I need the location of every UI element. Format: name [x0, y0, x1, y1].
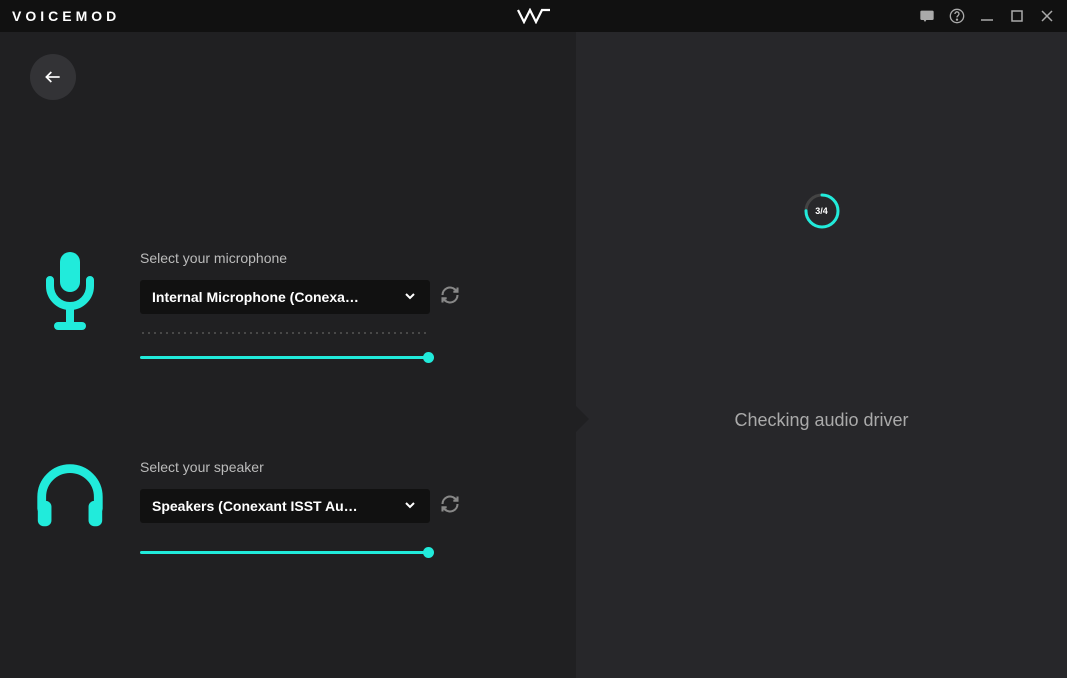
speaker-label: Select your speaker	[140, 459, 546, 475]
microphone-volume-slider[interactable]	[140, 356, 430, 359]
status-panel: 3/4 Checking audio driver	[576, 32, 1067, 678]
microphone-select-value: Internal Microphone (Conexa…	[152, 289, 359, 305]
panel-arrow	[575, 405, 589, 433]
chevron-down-icon	[402, 288, 418, 307]
microphone-select[interactable]: Internal Microphone (Conexa…	[140, 280, 430, 314]
back-button[interactable]	[30, 54, 76, 100]
microphone-label: Select your microphone	[140, 250, 546, 266]
brand-logo: VOICEMOD	[12, 8, 120, 24]
discord-icon[interactable]	[919, 8, 935, 24]
microphone-section: Select your microphone Internal Micropho…	[30, 250, 546, 359]
microphone-icon	[30, 250, 110, 332]
app-logo-icon	[517, 8, 551, 24]
close-icon[interactable]	[1039, 8, 1055, 24]
progress-text: 3/4	[803, 192, 841, 230]
speaker-volume-slider[interactable]	[140, 551, 430, 554]
speaker-select-value: Speakers (Conexant ISST Au…	[152, 498, 358, 514]
setup-panel: Select your microphone Internal Micropho…	[0, 32, 576, 678]
status-message: Checking audio driver	[734, 410, 908, 431]
speaker-select[interactable]: Speakers (Conexant ISST Au…	[140, 489, 430, 523]
chevron-down-icon	[402, 497, 418, 516]
minimize-icon[interactable]	[979, 8, 995, 24]
window-controls	[919, 8, 1055, 24]
headphones-icon	[30, 459, 110, 531]
refresh-speaker-button[interactable]	[440, 494, 460, 519]
slider-thumb[interactable]	[423, 547, 434, 558]
progress-indicator: 3/4	[803, 192, 841, 230]
microphone-level-meter	[140, 332, 430, 334]
titlebar: VOICEMOD	[0, 0, 1067, 32]
speaker-section: Select your speaker Speakers (Conexant I…	[30, 459, 546, 554]
help-icon[interactable]	[949, 8, 965, 24]
slider-thumb[interactable]	[423, 352, 434, 363]
refresh-microphone-button[interactable]	[440, 285, 460, 310]
maximize-icon[interactable]	[1009, 8, 1025, 24]
